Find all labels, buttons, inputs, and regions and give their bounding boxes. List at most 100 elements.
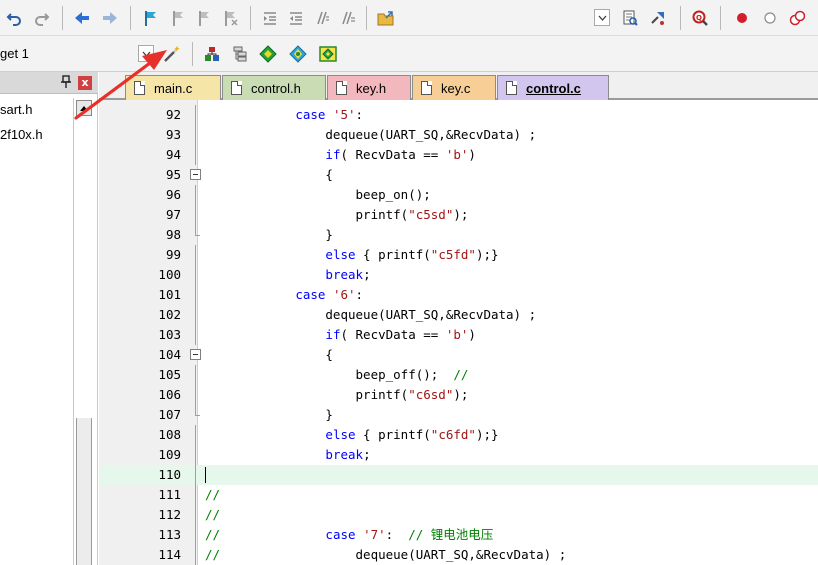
code-token: dequeue(UART_SQ,&RecvData) ; bbox=[205, 307, 537, 322]
manage-project-icon[interactable] bbox=[230, 44, 250, 64]
component-icon[interactable] bbox=[288, 44, 308, 64]
target-select-value[interactable]: get 1 bbox=[0, 46, 29, 61]
tab-key-c[interactable]: key.c bbox=[412, 75, 496, 100]
nav-forward-icon[interactable] bbox=[100, 8, 120, 28]
code-token: "c6sd" bbox=[408, 387, 454, 402]
code-line[interactable]: 114 // dequeue(UART_SQ,&RecvData) ; bbox=[99, 545, 818, 565]
code-line[interactable]: 104 { bbox=[99, 345, 818, 365]
zoom-icon[interactable]: Q bbox=[690, 8, 710, 28]
code-text: if( RecvData == 'b') bbox=[205, 145, 476, 165]
tab-control-h[interactable]: control.h bbox=[222, 75, 326, 100]
fold-line bbox=[195, 505, 196, 525]
fold-collapse-icon[interactable] bbox=[190, 349, 201, 360]
code-line[interactable]: 103 if( RecvData == 'b') bbox=[99, 325, 818, 345]
bookmark-next-icon[interactable] bbox=[194, 8, 214, 28]
scroll-up-button[interactable] bbox=[76, 100, 92, 116]
fold-line bbox=[195, 205, 196, 225]
fold-end-marker bbox=[195, 405, 200, 416]
code-token: );} bbox=[475, 247, 499, 262]
open-file-icon[interactable] bbox=[376, 8, 396, 28]
code-line[interactable]: 98 } bbox=[99, 225, 818, 245]
code-token: if bbox=[325, 327, 341, 342]
target-dropdown-button[interactable] bbox=[138, 45, 154, 62]
line-number: 93 bbox=[165, 127, 181, 142]
tab-control-c[interactable]: control.c bbox=[497, 75, 609, 100]
nav-back-icon[interactable] bbox=[72, 8, 92, 28]
breakpoint-disable-icon[interactable] bbox=[760, 8, 780, 28]
code-token: if bbox=[325, 147, 341, 162]
code-token: // bbox=[453, 367, 469, 382]
code-line[interactable]: 107 } bbox=[99, 405, 818, 425]
main-toolbar: Q bbox=[0, 0, 818, 36]
fold-line bbox=[195, 485, 196, 505]
code-line[interactable]: 109 break; bbox=[99, 445, 818, 465]
svg-text:Q: Q bbox=[696, 14, 702, 22]
code-line[interactable]: 96 beep_on(); bbox=[99, 185, 818, 205]
indent-icon[interactable] bbox=[260, 8, 280, 28]
code-line[interactable]: 95 { bbox=[99, 165, 818, 185]
code-token: : bbox=[355, 287, 364, 302]
code-line[interactable]: 94 if( RecvData == 'b') bbox=[99, 145, 818, 165]
tab-label: control.c bbox=[526, 80, 581, 96]
code-text: // bbox=[205, 505, 220, 525]
file-tree-item[interactable]: 2f10x.h bbox=[0, 127, 43, 142]
breakpoint-icon[interactable] bbox=[732, 8, 752, 28]
bookmark-set-icon[interactable] bbox=[140, 8, 160, 28]
wand-icon[interactable] bbox=[162, 44, 182, 64]
pin-icon[interactable] bbox=[60, 75, 72, 89]
dropdown-icon[interactable] bbox=[594, 9, 610, 26]
code-editor[interactable]: 92 case '5': 93 dequeue(UART_SQ,&RecvData… bbox=[99, 100, 818, 565]
code-line[interactable]: 113 // case '7': // 锂电池电压 bbox=[99, 525, 818, 545]
code-line[interactable]: 92 case '5': bbox=[99, 105, 818, 125]
code-line[interactable]: 93 dequeue(UART_SQ,&RecvData) ; bbox=[99, 125, 818, 145]
code-line[interactable]: 106 printf("c6sd"); bbox=[99, 385, 818, 405]
green-diamond-icon[interactable] bbox=[258, 44, 278, 64]
code-token: // bbox=[205, 527, 221, 542]
code-line[interactable]: 108 else { printf("c6fd");} bbox=[99, 425, 818, 445]
code-text: if( RecvData == 'b') bbox=[205, 325, 476, 345]
code-line[interactable]: 105 beep_off(); // bbox=[99, 365, 818, 385]
code-line[interactable]: 100 break; bbox=[99, 265, 818, 285]
find-in-files-icon[interactable] bbox=[620, 8, 640, 28]
unindent-icon[interactable] bbox=[286, 8, 306, 28]
code-line[interactable]: 102 dequeue(UART_SQ,&RecvData) ; bbox=[99, 305, 818, 325]
code-line[interactable]: 110 bbox=[99, 465, 818, 485]
uncomment-icon[interactable] bbox=[338, 8, 358, 28]
code-token: "c5fd" bbox=[430, 247, 476, 262]
load-icon[interactable] bbox=[202, 44, 222, 64]
code-text: } bbox=[205, 405, 333, 425]
code-token: 'b' bbox=[445, 327, 469, 342]
panel-close-button[interactable]: x bbox=[78, 76, 92, 90]
file-icon bbox=[134, 81, 145, 95]
bookmark-prev-icon[interactable] bbox=[168, 8, 188, 28]
code-token: else bbox=[325, 427, 356, 442]
code-line[interactable]: 97 printf("c5sd"); bbox=[99, 205, 818, 225]
scroll-thumb[interactable] bbox=[76, 418, 92, 565]
code-text: printf("c5sd"); bbox=[205, 205, 469, 225]
tab-key-h[interactable]: key.h bbox=[327, 75, 411, 100]
comment-icon[interactable] bbox=[312, 8, 332, 28]
code-token: beep_off(); bbox=[205, 367, 454, 382]
debug-session-icon[interactable] bbox=[648, 8, 668, 28]
breakpoint-kill-icon[interactable] bbox=[788, 8, 808, 28]
code-line[interactable]: 111 // bbox=[99, 485, 818, 505]
code-token: : bbox=[355, 107, 364, 122]
file-tree-item[interactable]: sart.h bbox=[0, 102, 33, 117]
bookmark-clear-icon[interactable] bbox=[220, 8, 240, 28]
tab-label: key.c bbox=[441, 80, 471, 96]
line-number: 105 bbox=[158, 367, 181, 382]
line-number: 97 bbox=[165, 207, 181, 222]
undo-icon[interactable] bbox=[4, 8, 24, 28]
code-line[interactable]: 99 else { printf("c5fd");} bbox=[99, 245, 818, 265]
code-token: printf( bbox=[205, 387, 409, 402]
fold-collapse-icon[interactable] bbox=[190, 169, 201, 180]
panel-scrollbar[interactable] bbox=[73, 98, 93, 565]
redo-icon[interactable] bbox=[32, 8, 52, 28]
pack-installer-icon[interactable] bbox=[318, 44, 338, 64]
tab-main-c[interactable]: main.c bbox=[125, 75, 221, 100]
code-line[interactable]: 112 // bbox=[99, 505, 818, 525]
code-line[interactable]: 101 case '6': bbox=[99, 285, 818, 305]
